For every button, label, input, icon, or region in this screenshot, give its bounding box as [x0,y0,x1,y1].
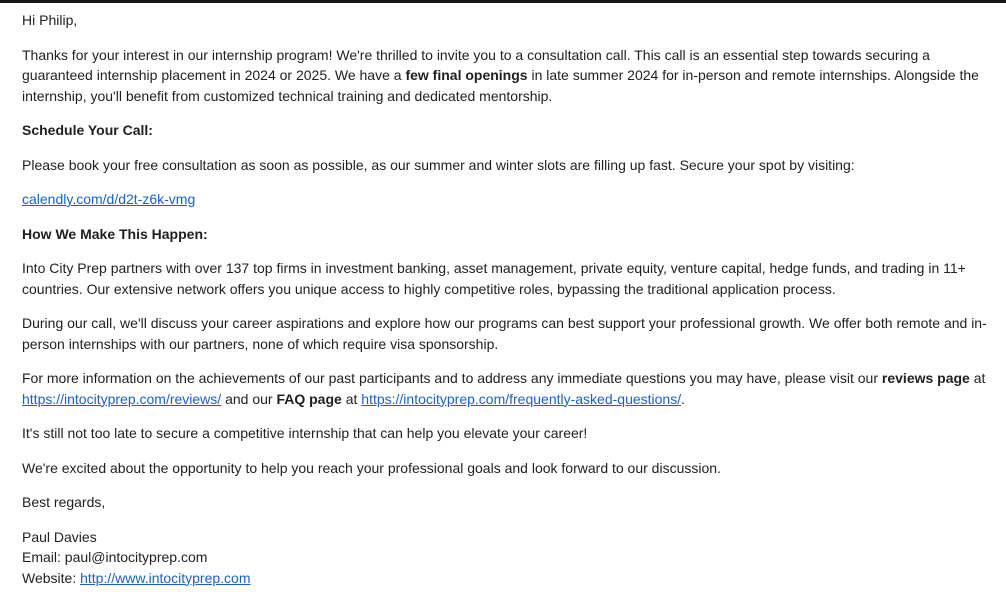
signature-website: Website: http://www.intocityprep.com [22,568,994,589]
faq-page-bold: FAQ page [276,390,342,407]
how-heading: How We Make This Happen: [22,224,994,245]
signature-website-label: Website: [22,569,81,586]
signature-name: Paul Davies [22,528,97,545]
window-top-border [0,0,1006,3]
website-link[interactable]: http://www.intocityprep.com [80,570,250,586]
info-at-1: at [969,370,986,386]
signature: Paul Davies Email: paul@intocityprep.com… [22,527,994,589]
intro-paragraph: Thanks for your interest in our internsh… [22,45,994,107]
reviews-page-bold: reviews page [881,370,970,386]
closing: Best regards, [22,494,106,510]
intro-bold-text: few final openings [405,67,528,83]
excited-paragraph: We're excited about the opportunity to h… [22,459,721,476]
info-and-our: and our [221,390,277,407]
info-end: . [681,390,685,407]
how-paragraph: Into City Prep partners with over 137 to… [22,260,966,297]
schedule-link-paragraph: calendly.com/d/d2t-z6k-vmg [22,189,994,210]
info-paragraph: For more information on the achievements… [22,368,994,409]
info-text-1: For more information on the achievements… [22,370,882,386]
info-at-2: at [341,390,362,407]
faq-link[interactable]: https://intocityprep.com/frequently-aske… [361,391,681,407]
schedule-heading-text: Schedule Your Call: [22,122,153,138]
email-body: Hi Philip, Thanks for your interest in o… [22,10,994,602]
schedule-paragraph: Please book your free consultation as so… [22,156,855,173]
signature-email: Email: paul@intocityprep.com [22,549,208,565]
how-heading-text: How We Make This Happen: [22,225,208,242]
reviews-link[interactable]: https://intocityprep.com/reviews/ [22,391,221,407]
call-paragraph: During our call, we'll discuss your care… [22,315,987,352]
greeting: Hi Philip, [22,12,78,28]
calendly-link[interactable]: calendly.com/d/d2t-z6k-vmg [22,191,195,207]
schedule-heading: Schedule Your Call: [22,120,994,141]
not-too-late-paragraph: It's still not too late to secure a comp… [22,425,588,441]
